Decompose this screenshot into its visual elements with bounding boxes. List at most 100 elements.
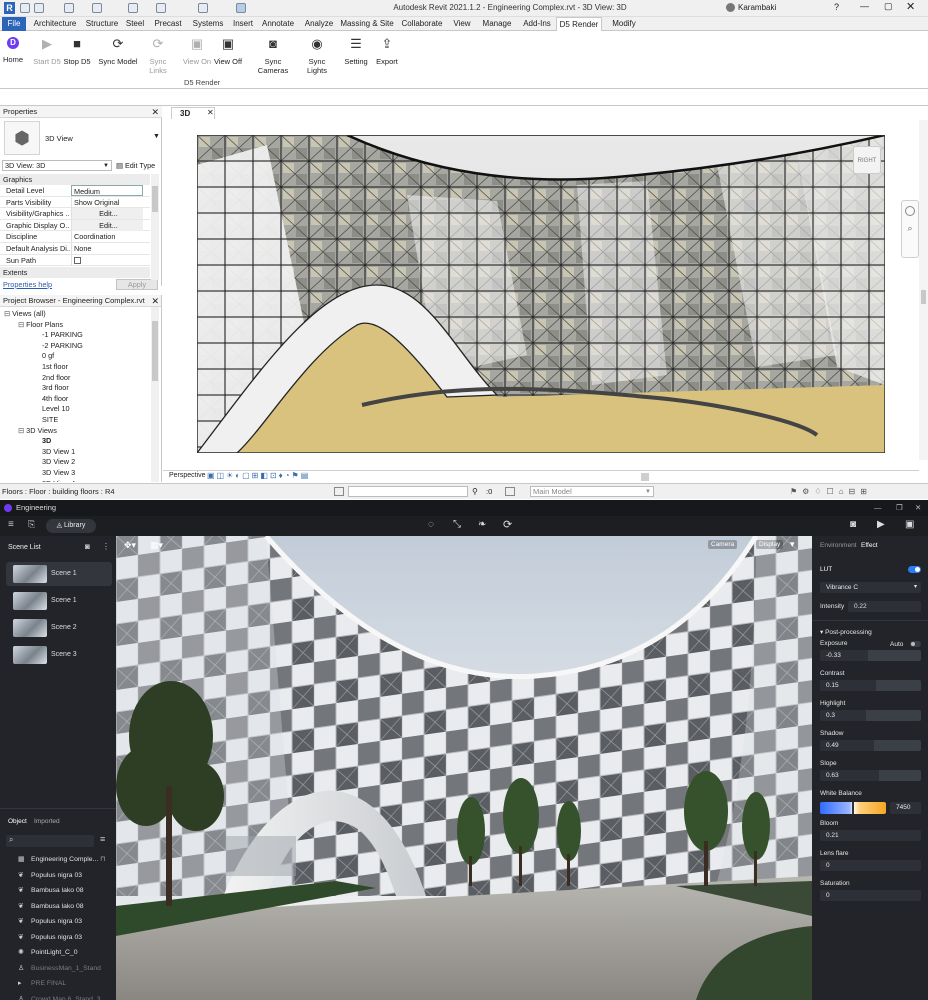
file-icon[interactable]: ⎘ [28,519,35,530]
workset-dropdown[interactable] [348,486,468,497]
measure-icon[interactable] [156,3,166,13]
sync-lights-button[interactable]: ◉ Sync Lights [298,35,336,77]
navigation-bar[interactable]: ⌕ [901,200,919,258]
object-item[interactable]: ♙ BusinessMan_1_Stand [6,961,112,977]
type-selector[interactable]: ⬢ 3D View ▼ [3,121,160,157]
close-button[interactable]: ✕ [915,500,921,516]
property-value[interactable]: Show Original [71,196,143,208]
tab-modify[interactable]: Modify [604,17,644,31]
browser-item[interactable]: -1 PARKING [32,330,83,341]
home-button[interactable]: D Home [2,35,24,77]
browser-item[interactable]: -2 PARKING [32,341,83,352]
property-value[interactable]: Medium [71,185,143,196]
list-menu-icon[interactable]: ≡ [100,834,105,844]
render-image-icon[interactable]: ◙ [850,519,856,530]
param-slider[interactable]: -0.33 [820,650,921,661]
close-icon[interactable]: ✕ [151,106,159,118]
param-slider[interactable]: 0.21 [820,830,921,841]
d5-viewport[interactable]: ✥▾ ▦▾ Camera Display ▾ [116,536,812,1000]
tab-view[interactable]: View [450,17,474,31]
collapse-icon[interactable]: ⊟ [18,426,26,435]
graphics-section[interactable]: Graphics [0,174,150,185]
scene-item[interactable]: Scene 1 [6,562,112,586]
browser-item[interactable]: ⊟ 3D Views [18,426,57,437]
browser-item[interactable]: ⊟ Floor Plans [18,320,63,331]
viewport-view-icon[interactable]: ▦▾ [150,540,163,551]
selection-filter-icons[interactable]: ⚑⚙♢☐⌂⊟⊞ [790,484,872,499]
browser-item[interactable]: SITE [32,415,58,426]
display-button[interactable]: Display [756,540,784,549]
view-control-icons[interactable]: ▣◫☀◐▢⊞◧⊡♦◔⚑▤ [207,471,310,480]
tab-effect[interactable]: Effect [861,542,878,549]
object-item[interactable]: ❦ Bambusa lako 08 [6,883,112,899]
menu-icon[interactable]: ≡ [8,519,14,530]
edit-type-button[interactable]: ▤ Edit Type [116,160,155,171]
tab-imported[interactable]: Imported [34,818,60,825]
print-icon[interactable] [128,3,138,13]
scene-item[interactable]: Scene 1 [6,589,112,613]
editable-only-icon[interactable]: ⚲ [472,484,478,499]
object-item[interactable]: ❦ Populus nigra 03 [6,868,112,884]
add-scene-icon[interactable]: ◙ [85,542,90,551]
object-item[interactable]: ▸ PRE FINAL [6,976,112,992]
properties-help-link[interactable]: Properties help [3,280,52,289]
browser-item[interactable]: 0 gf [32,351,54,362]
minimize-button[interactable]: — [860,1,869,11]
browser-item[interactable]: 3D [32,436,51,447]
maximize-button[interactable]: ▢ [884,1,893,12]
tab-object[interactable]: Object [8,818,27,825]
sync-model-button[interactable]: ⟳ Sync Model [98,35,138,77]
viewport-mode-icon[interactable]: ✥▾ [124,540,136,551]
close-icon[interactable]: ✕ [151,295,159,307]
refresh-tool-icon[interactable]: ⟳ [503,518,512,531]
property-value[interactable]: Coordination [71,231,143,243]
tab-massing-site[interactable]: Massing & Site [340,17,394,31]
object-search-input[interactable]: ⌕ [6,835,94,847]
design-options-icon[interactable] [505,487,515,496]
library-button[interactable]: ◬ Library [46,519,96,533]
object-item[interactable]: ❦ Bambusa lako 08 [6,899,112,915]
leaf-tool-icon[interactable]: ❧ [478,519,486,530]
view-on-button[interactable]: ▣ View On [182,35,212,77]
param-slider[interactable]: 0.63 [820,770,921,781]
open-icon[interactable] [20,3,30,13]
browser-item[interactable]: 3D View 3 [32,468,75,479]
tab-precast[interactable]: Precast [150,17,186,31]
thin-lines-icon[interactable] [236,3,246,13]
extents-section[interactable]: Extents [0,267,150,278]
tab-d5-render[interactable]: D5 Render [556,17,602,31]
param-slider[interactable]: 0.3 [820,710,921,721]
start-d5-button[interactable]: ▶ Start D5 [32,35,62,77]
redo-icon[interactable] [92,3,102,13]
viewport-more-icon[interactable]: ▾ [790,539,795,550]
collapse-icon[interactable]: ⊟ [18,320,26,329]
view-off-button[interactable]: ▣ View Off [212,35,244,77]
intensity-field[interactable]: 0.22 [848,601,921,612]
stop-d5-button[interactable]: ■ Stop D5 [62,35,92,77]
tab-collaborate[interactable]: Collaborate [396,17,448,31]
properties-scrollbar[interactable] [151,174,159,280]
scene-item[interactable]: Scene 2 [6,616,112,640]
lut-toggle[interactable] [908,566,921,573]
lock-icon[interactable]: ⊓ [98,856,105,863]
browser-item[interactable]: 4th floor [32,394,68,405]
object-item[interactable]: ▦ Engineering Comple... ⊓ [6,852,112,868]
white-balance-slider[interactable] [820,802,886,814]
undo-icon[interactable] [64,3,74,13]
browser-item[interactable]: Level 10 [32,404,70,415]
browser-item[interactable]: ⊟ Views (all) [4,309,46,320]
tab-systems[interactable]: Systems [188,17,228,31]
tab-annotate[interactable]: Annotate [258,17,298,31]
zoom-icon[interactable]: ⌕ [905,223,915,233]
steering-wheel-icon[interactable] [905,206,915,216]
param-slider[interactable]: 0.15 [820,680,921,691]
property-value[interactable]: None [71,243,143,254]
browser-item[interactable]: 2nd floor [32,373,70,384]
tab-add-ins[interactable]: Add-Ins [520,17,554,31]
revit-logo-icon[interactable]: R [4,2,15,14]
tab-analyze[interactable]: Analyze [300,17,338,31]
tab-manage[interactable]: Manage [476,17,518,31]
post-processing-header[interactable]: ▾ Post-processing [820,628,872,636]
export-button[interactable]: ⇪ Export [374,35,400,77]
browser-item[interactable]: 3rd floor [32,383,69,394]
